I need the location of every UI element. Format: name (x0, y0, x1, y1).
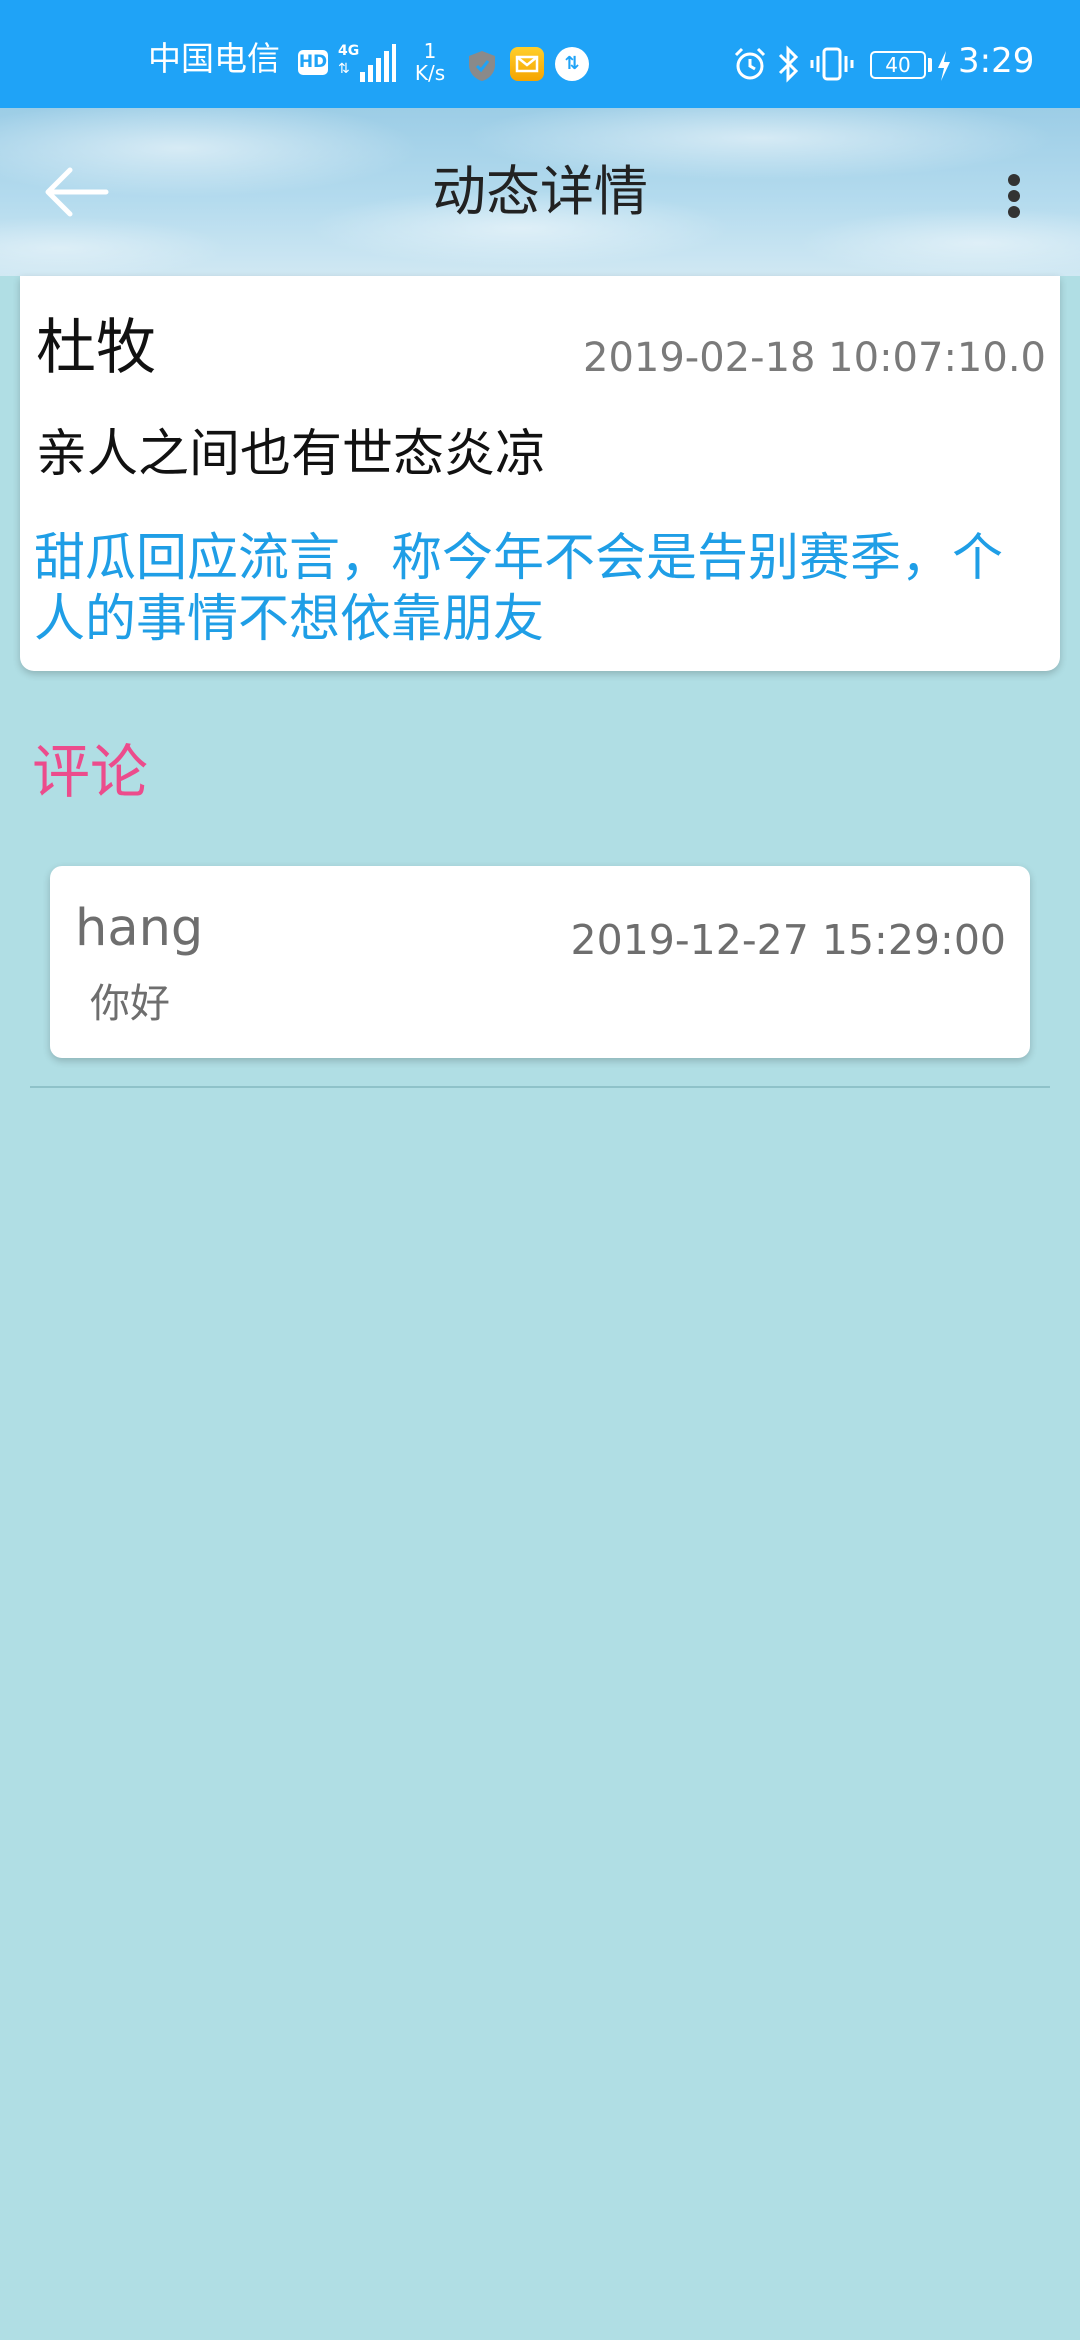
post-card: 杜牧 2019-02-18 10:07:10.0 亲人之间也有世态炎凉 甜瓜回应… (20, 276, 1060, 671)
carrier-name: 中国电信 (148, 39, 280, 78)
alarm-icon (734, 47, 766, 80)
signal-bars-icon (358, 44, 396, 82)
comment-username: hang (75, 899, 204, 958)
status-bar: 中国电信 HD 4G ⇅ 1 K/s ⇅ 40 3:29 (0, 0, 1080, 108)
back-button[interactable] (36, 152, 116, 232)
hd-icon: HD (298, 50, 328, 75)
comment-item: hang 2019-12-27 15:29:00 你好 (50, 866, 1030, 1058)
shield-icon (469, 51, 495, 81)
signal-4g-icon: 4G ⇅ (338, 43, 396, 82)
post-body: 甜瓜回应流言，称今年不会是告别赛季，个人的事情不想依靠朋友 (34, 529, 1004, 649)
network-speed-unit: K/s (414, 61, 446, 85)
charging-icon (938, 51, 950, 81)
battery-tip (928, 58, 932, 72)
page-title: 动态详情 (432, 160, 648, 223)
network-speed-value: 1 (423, 39, 437, 63)
vibrate-icon (810, 47, 854, 81)
post-title: 亲人之间也有世态炎凉 (36, 425, 547, 484)
arrow-left-icon (45, 167, 109, 217)
post-timestamp: 2019-02-18 10:07:10.0 (583, 335, 1046, 381)
comment-timestamp: 2019-12-27 15:29:00 (570, 916, 1006, 964)
sync-icon: ⇅ (555, 47, 589, 81)
network-type: 4G (338, 43, 360, 59)
bluetooth-icon (778, 45, 799, 83)
comments-heading: 评论 (32, 738, 149, 806)
mail-icon (510, 47, 544, 81)
divider (30, 1086, 1050, 1088)
comment-text: 你好 (90, 981, 170, 1027)
more-options-button[interactable] (990, 152, 1038, 232)
post-author: 杜牧 (36, 313, 156, 383)
clock: 3:29 (958, 41, 1035, 81)
network-speed: 1 K/s (408, 40, 452, 84)
toolbar: 动态详情 (0, 108, 1080, 276)
battery-icon: 40 (870, 51, 926, 79)
data-arrows-icon: ⇅ (338, 61, 350, 77)
